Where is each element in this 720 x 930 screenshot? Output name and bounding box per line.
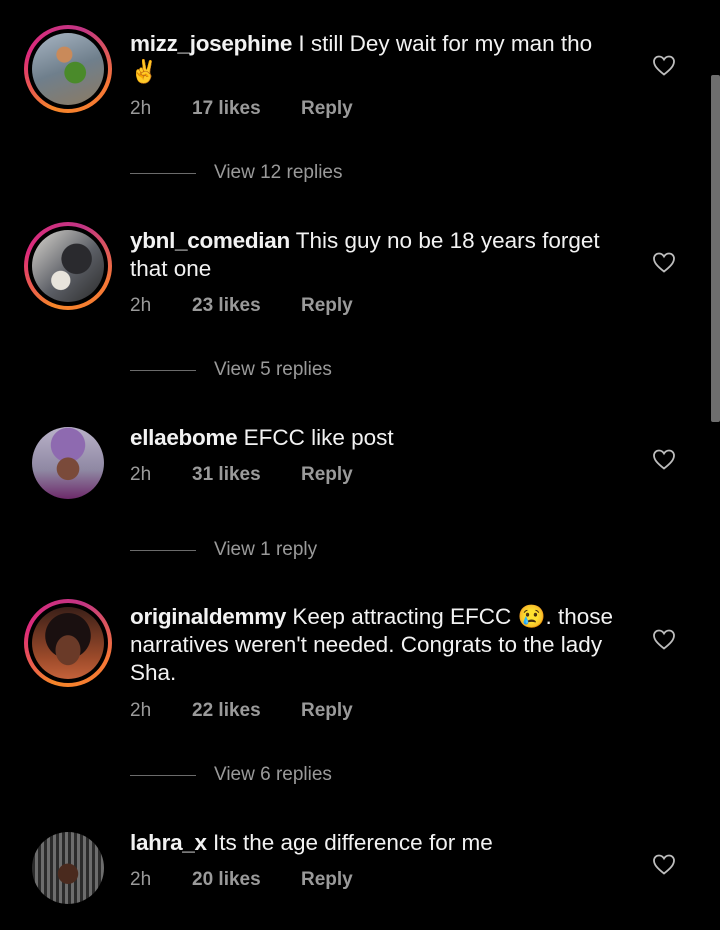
comment-text: ellaebome EFCC like post xyxy=(130,424,620,452)
view-replies-button[interactable]: View 1 reply xyxy=(130,539,317,561)
view-replies-label: View 5 replies xyxy=(214,359,332,380)
heart-icon[interactable] xyxy=(652,853,676,875)
avatar xyxy=(32,33,104,105)
likes-count[interactable]: 20 likes xyxy=(192,869,301,891)
divider-line xyxy=(130,774,196,776)
comment-text: ybnl_comedian This guy no be 18 years fo… xyxy=(130,227,620,283)
divider-line xyxy=(130,369,196,371)
heart-icon[interactable] xyxy=(652,448,676,470)
view-replies-button[interactable]: View 6 replies xyxy=(130,764,332,786)
likes-count[interactable]: 31 likes xyxy=(192,464,301,486)
timestamp: 2h xyxy=(130,869,152,890)
comment-meta: 2h 20 likes Reply xyxy=(130,869,353,891)
story-ring[interactable] xyxy=(24,25,112,113)
username[interactable]: lahra_x xyxy=(130,830,207,855)
view-replies-label: View 1 reply xyxy=(214,539,318,560)
view-replies-button[interactable]: View 5 replies xyxy=(130,359,332,381)
reply-button[interactable]: Reply xyxy=(301,700,353,722)
reply-button[interactable]: Reply xyxy=(301,464,353,486)
view-replies-label: View 6 replies xyxy=(214,764,332,785)
avatar[interactable] xyxy=(32,427,104,499)
username[interactable]: ybnl_comedian xyxy=(130,228,290,253)
view-replies-button[interactable]: View 12 replies xyxy=(130,162,343,184)
comment-body: EFCC like post xyxy=(237,425,394,450)
avatar[interactable] xyxy=(32,832,104,904)
avatar xyxy=(32,230,104,302)
view-replies-label: View 12 replies xyxy=(214,162,343,183)
reply-button[interactable]: Reply xyxy=(301,98,353,120)
likes-count[interactable]: 23 likes xyxy=(192,295,301,317)
timestamp: 2h xyxy=(130,98,152,119)
username[interactable]: ellaebome xyxy=(130,425,238,450)
comment-meta: 2h 17 likes Reply xyxy=(130,98,353,120)
reply-button[interactable]: Reply xyxy=(301,869,353,891)
comment-body: Its the age difference for me xyxy=(206,830,493,855)
comment-text: lahra_x Its the age difference for me xyxy=(130,829,620,857)
story-ring[interactable] xyxy=(24,599,112,687)
timestamp: 2h xyxy=(130,700,152,721)
comment-text: mizz_josephine I still Dey wait for my m… xyxy=(130,30,620,86)
avatar xyxy=(32,607,104,679)
comment-text: originaldemmy Keep attracting EFCC 😢. th… xyxy=(130,603,620,687)
comment-meta: 2h 23 likes Reply xyxy=(130,295,353,317)
divider-line xyxy=(130,172,196,174)
reply-button[interactable]: Reply xyxy=(301,295,353,317)
likes-count[interactable]: 22 likes xyxy=(192,700,301,722)
timestamp: 2h xyxy=(130,464,152,485)
heart-icon[interactable] xyxy=(652,251,676,273)
story-ring[interactable] xyxy=(24,222,112,310)
comment-meta: 2h 22 likes Reply xyxy=(130,700,353,722)
likes-count[interactable]: 17 likes xyxy=(192,98,301,120)
username[interactable]: mizz_josephine xyxy=(130,31,292,56)
heart-icon[interactable] xyxy=(652,54,676,76)
divider-line xyxy=(130,549,196,551)
comment-meta: 2h 31 likes Reply xyxy=(130,464,353,486)
timestamp: 2h xyxy=(130,295,152,316)
scrollbar[interactable] xyxy=(711,75,720,422)
username[interactable]: originaldemmy xyxy=(130,604,286,629)
heart-icon[interactable] xyxy=(652,628,676,650)
